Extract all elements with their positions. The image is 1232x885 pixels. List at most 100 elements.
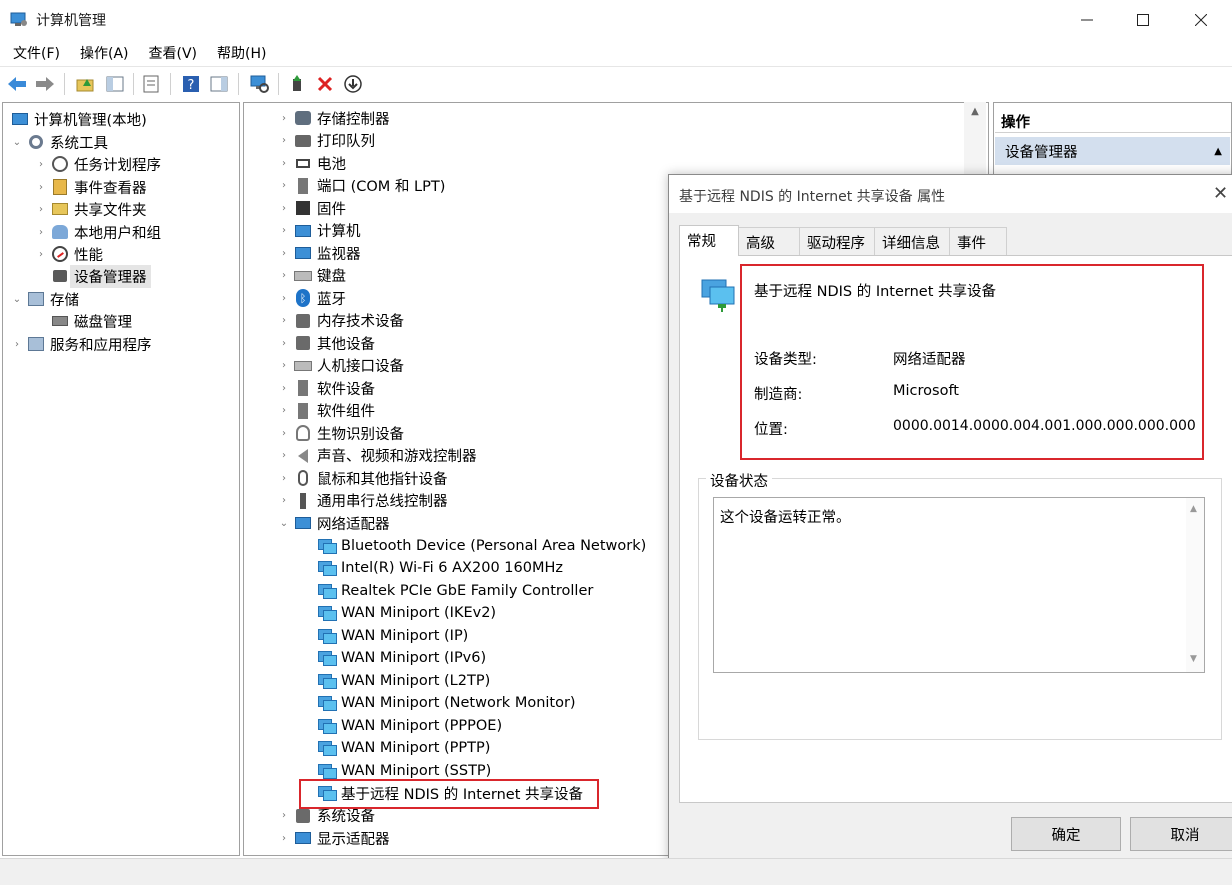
chevron-right-icon[interactable]: › [278, 810, 290, 821]
chevron-right-icon[interactable]: › [278, 270, 290, 281]
status-scrollbar[interactable]: ▲ ▼ [1186, 498, 1204, 672]
chevron-right-icon[interactable]: › [278, 495, 290, 506]
device-category[interactable]: › 软件设备 [278, 377, 375, 399]
chevron-right-icon[interactable]: › [278, 248, 290, 259]
chevron-right-icon[interactable]: › [11, 339, 23, 350]
device-category[interactable]: › 软件组件 [278, 400, 375, 422]
device-category[interactable]: › 端口 (COM 和 LPT) [278, 175, 445, 197]
chevron-right-icon[interactable]: › [278, 405, 290, 416]
tree-item-device-manager[interactable]: 设备管理器 [35, 264, 151, 288]
chevron-down-icon[interactable]: ⌄ [11, 137, 23, 148]
chevron-right-icon[interactable]: › [35, 204, 47, 215]
device-category[interactable]: › 鼠标和其他指针设备 [278, 467, 448, 489]
tree-root[interactable]: 计算机管理(本地) [7, 108, 147, 130]
network-adapter-item[interactable]: WAN Miniport (IP) [302, 625, 468, 647]
network-adapter-item[interactable]: Realtek PCIe GbE Family Controller [302, 580, 593, 602]
menu-file[interactable]: 文件(F) [6, 40, 67, 66]
device-category[interactable]: › 内存技术设备 [278, 310, 404, 332]
scroll-down-icon[interactable]: ▼ [1190, 654, 1197, 664]
chevron-right-icon[interactable]: › [278, 315, 290, 326]
device-category[interactable]: › 存储控制器 [278, 107, 390, 129]
tab-details[interactable]: 详细信息 [874, 227, 950, 255]
minimize-button[interactable] [1058, 0, 1116, 40]
tree-item-task-scheduler[interactable]: › 任务计划程序 [35, 153, 161, 175]
device-category[interactable]: › 声音、视频和游戏控制器 [278, 445, 477, 467]
tree-item-system-tools[interactable]: ⌄ 系统工具 [11, 131, 108, 153]
chevron-right-icon[interactable]: › [35, 182, 47, 193]
action-pane-icon[interactable] [208, 73, 230, 95]
network-adapter-item[interactable]: Intel(R) Wi-Fi 6 AX200 160MHz [302, 557, 563, 579]
chevron-right-icon[interactable]: › [278, 360, 290, 371]
device-category[interactable]: › 键盘 [278, 265, 346, 287]
collapse-up-icon[interactable]: ▲ [1214, 146, 1222, 157]
device-category[interactable]: › 计算机 [278, 220, 361, 242]
chevron-right-icon[interactable]: › [278, 833, 290, 844]
chevron-right-icon[interactable]: › [278, 225, 290, 236]
properties-icon[interactable] [140, 73, 162, 95]
tree-item-performance[interactable]: › 性能 [35, 243, 103, 265]
tab-general[interactable]: 常规 [679, 225, 739, 256]
chevron-right-icon[interactable]: › [278, 293, 290, 304]
network-adapter-item[interactable]: WAN Miniport (PPPOE) [302, 715, 502, 737]
maximize-button[interactable] [1114, 0, 1172, 40]
network-adapter-item[interactable]: WAN Miniport (L2TP) [302, 670, 490, 692]
update-driver-icon[interactable] [286, 73, 308, 95]
network-adapter-item[interactable]: WAN Miniport (IPv6) [302, 647, 486, 669]
network-adapter-item[interactable]: WAN Miniport (PPTP) [302, 737, 490, 759]
chevron-right-icon[interactable]: › [278, 180, 290, 191]
network-adapter-item[interactable]: WAN Miniport (IKEv2) [302, 602, 496, 624]
actions-section-header[interactable]: 设备管理器 ▲ [995, 137, 1230, 165]
tree-item-local-users[interactable]: › 本地用户和组 [35, 221, 161, 243]
device-category[interactable]: › 通用串行总线控制器 [278, 490, 448, 512]
chevron-right-icon[interactable]: › [278, 450, 290, 461]
uninstall-device-icon[interactable] [314, 73, 336, 95]
help-icon[interactable]: ? [180, 73, 202, 95]
tree-item-shared-folders[interactable]: › 共享文件夹 [35, 198, 147, 220]
ok-button[interactable]: 确定 [1011, 817, 1121, 851]
chevron-right-icon[interactable]: › [35, 249, 47, 260]
device-category[interactable]: › 固件 [278, 197, 346, 219]
tab-driver[interactable]: 驱动程序 [799, 227, 875, 255]
device-category[interactable]: › 监视器 [278, 242, 361, 264]
chevron-right-icon[interactable]: › [278, 158, 290, 169]
back-icon[interactable] [6, 73, 28, 95]
scroll-up-icon[interactable]: ▲ [1190, 504, 1197, 514]
scan-hardware-icon[interactable] [248, 73, 270, 95]
chevron-down-icon[interactable]: ⌄ [278, 518, 290, 529]
close-button[interactable] [1172, 0, 1230, 40]
tree-item-services[interactable]: › 服务和应用程序 [11, 333, 152, 355]
tab-events[interactable]: 事件 [949, 227, 1007, 255]
device-category[interactable]: › 生物识别设备 [278, 422, 404, 444]
chevron-right-icon[interactable]: › [278, 203, 290, 214]
chevron-right-icon[interactable]: › [278, 135, 290, 146]
device-category[interactable]: › 显示适配器 [278, 827, 390, 849]
network-adapter-item[interactable]: WAN Miniport (Network Monitor) [302, 692, 576, 714]
device-category[interactable]: › 人机接口设备 [278, 355, 404, 377]
show-hide-tree-icon[interactable] [104, 73, 126, 95]
device-status-textbox[interactable]: 这个设备运转正常。 ▲ ▼ [713, 497, 1205, 673]
disable-device-icon[interactable] [342, 73, 364, 95]
chevron-right-icon[interactable]: › [278, 113, 290, 124]
network-adapter-item[interactable]: Bluetooth Device (Personal Area Network) [302, 535, 646, 557]
cancel-button[interactable]: 取消 [1130, 817, 1232, 851]
scroll-up-icon[interactable]: ▲ [967, 106, 983, 117]
menu-help[interactable]: 帮助(H) [210, 40, 273, 66]
chevron-down-icon[interactable]: ⌄ [11, 294, 23, 305]
chevron-right-icon[interactable]: › [278, 473, 290, 484]
tree-item-event-viewer[interactable]: › 事件查看器 [35, 176, 147, 198]
chevron-right-icon[interactable]: › [278, 428, 290, 439]
tree-item-disk-management[interactable]: 磁盘管理 [35, 310, 132, 332]
dialog-close-icon[interactable]: ✕ [1213, 183, 1228, 204]
device-category[interactable]: › 打印队列 [278, 130, 375, 152]
menu-view[interactable]: 查看(V) [142, 40, 205, 66]
chevron-right-icon[interactable]: › [35, 227, 47, 238]
device-category[interactable]: › 其他设备 [278, 332, 375, 354]
tree-item-storage[interactable]: ⌄ 存储 [11, 288, 79, 310]
up-folder-icon[interactable] [74, 73, 96, 95]
chevron-right-icon[interactable]: › [278, 383, 290, 394]
chevron-right-icon[interactable]: › [35, 159, 47, 170]
forward-icon[interactable] [34, 73, 56, 95]
menu-action[interactable]: 操作(A) [73, 40, 136, 66]
device-category-network[interactable]: ⌄ 网络适配器 [278, 512, 390, 534]
chevron-right-icon[interactable]: › [278, 338, 290, 349]
